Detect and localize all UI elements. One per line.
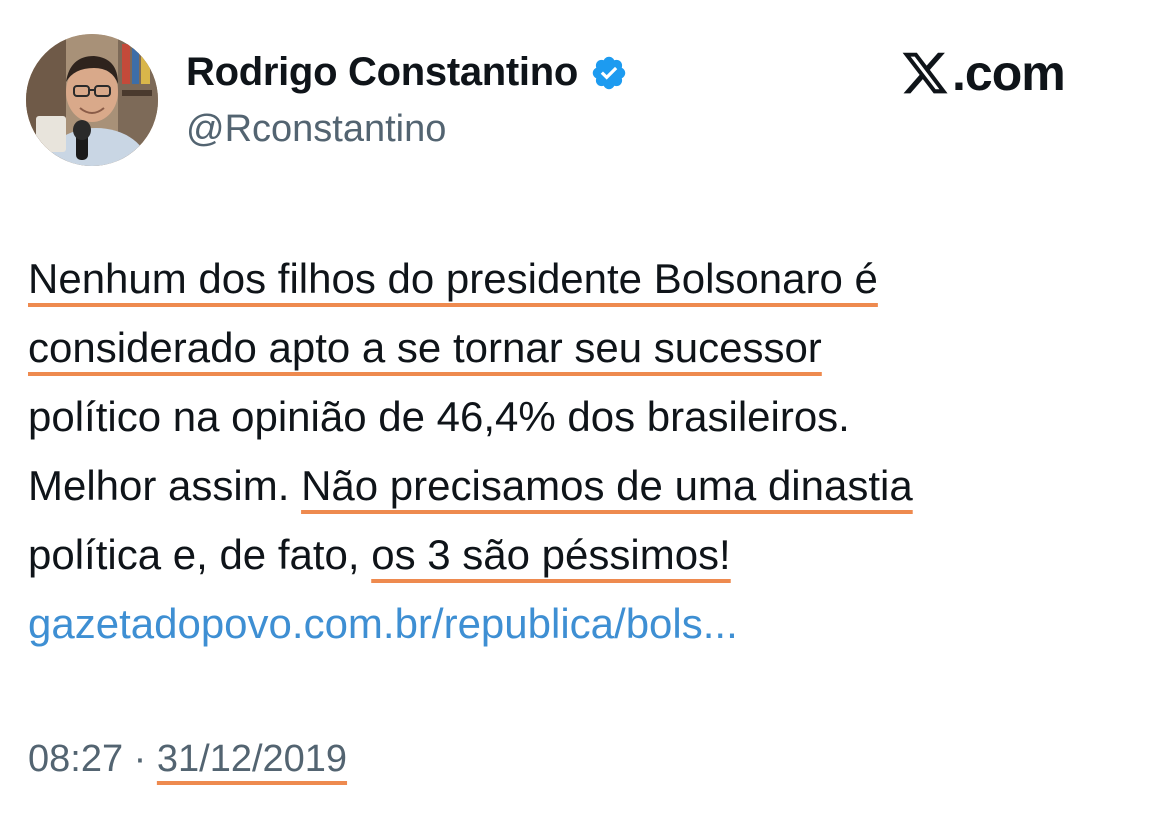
tweet-text-segment: político na opinião de 46,4% dos brasile… bbox=[28, 393, 850, 440]
tweet-line: político na opinião de 46,4% dos brasile… bbox=[28, 382, 1138, 451]
highlighted-text: Não precisamos de uma dinastia bbox=[301, 462, 913, 509]
tweet-text-segment: política e, de fato, bbox=[28, 531, 372, 578]
author-avatar[interactable] bbox=[26, 34, 158, 166]
brand-label: .com bbox=[952, 45, 1066, 101]
tweet-line: gazetadopovo.com.br/republica/bols... bbox=[28, 589, 1138, 658]
tweet-timestamp[interactable]: 08:27 · 31/12/2019 bbox=[28, 738, 347, 781]
author-name-row[interactable]: Rodrigo Constantino bbox=[186, 50, 628, 95]
avatar-photo bbox=[26, 34, 158, 166]
author-display-name[interactable]: Rodrigo Constantino bbox=[186, 50, 578, 95]
x-logo-icon bbox=[900, 48, 950, 98]
highlighted-text: os 3 são péssimos! bbox=[371, 531, 731, 578]
tweet-line: Nenhum dos filhos do presidente Bolsonar… bbox=[28, 244, 1138, 313]
article-link[interactable]: gazetadopovo.com.br/republica/bols... bbox=[28, 600, 738, 647]
x-brand-watermark: .com bbox=[900, 44, 1066, 102]
highlighted-text: considerado apto a se tornar seu sucesso… bbox=[28, 324, 822, 371]
tweet-text-segment: Melhor assim. bbox=[28, 462, 302, 509]
tweet-date[interactable]: 31/12/2019 bbox=[157, 738, 347, 780]
verified-badge-icon bbox=[590, 54, 628, 92]
timestamp-separator: · bbox=[123, 738, 157, 780]
tweet-time[interactable]: 08:27 bbox=[28, 738, 123, 780]
tweet-body: Nenhum dos filhos do presidente Bolsonar… bbox=[28, 244, 1138, 658]
tweet-line: política e, de fato, os 3 são péssimos! bbox=[28, 520, 1138, 589]
author-handle[interactable]: @Rconstantino bbox=[186, 108, 446, 151]
tweet-line: considerado apto a se tornar seu sucesso… bbox=[28, 313, 1138, 382]
highlighted-text: Nenhum dos filhos do presidente Bolsonar… bbox=[28, 255, 878, 302]
tweet-line: Melhor assim. Não precisamos de uma dina… bbox=[28, 451, 1138, 520]
